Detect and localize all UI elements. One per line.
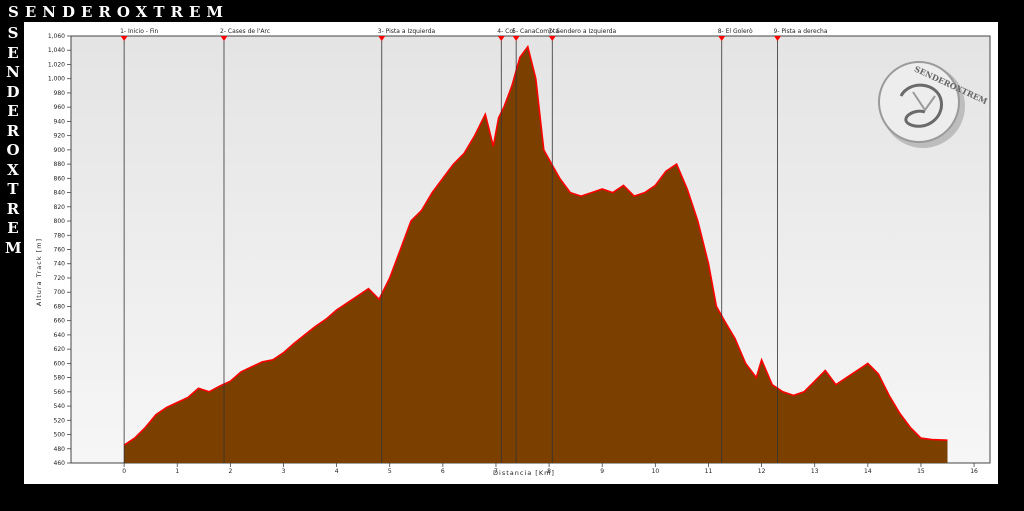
- brand-letter: O: [6, 141, 20, 159]
- elevation-profile-chart: 4604805005205405605806006206406606807007…: [35, 28, 991, 477]
- brand-letter: N: [6, 63, 20, 81]
- y-tick-label: 800: [54, 218, 66, 225]
- brand-letter: D: [6, 82, 20, 101]
- y-tick-label: 620: [54, 346, 66, 353]
- brand-title: SENDEROXTREM: [8, 3, 229, 21]
- waypoint-label: 3- Pista a Izquierda: [378, 28, 436, 35]
- brand-letter: E: [7, 43, 19, 62]
- y-tick-label: 1,020: [48, 61, 65, 68]
- y-tick-label: 1,040: [48, 47, 65, 54]
- x-tick-label: 0: [122, 468, 126, 475]
- brand-letter: E: [7, 102, 19, 120]
- y-tick-label: 480: [54, 446, 66, 453]
- brand-title-vertical: SENDEROXTREM: [5, 24, 22, 258]
- x-tick-label: 6: [441, 468, 445, 475]
- y-tick-label: 940: [54, 118, 66, 125]
- x-tick-label: 11: [705, 468, 713, 475]
- y-tick-label: 700: [54, 289, 66, 296]
- y-tick-label: 960: [54, 104, 66, 111]
- x-tick-label: 4: [335, 468, 339, 475]
- x-tick-label: 10: [652, 468, 660, 475]
- y-tick-label: 720: [54, 275, 66, 282]
- y-tick-label: 980: [54, 90, 66, 97]
- brand-letter: T: [7, 180, 19, 198]
- y-tick-label: 900: [54, 147, 66, 154]
- x-tick-label: 2: [228, 468, 232, 475]
- brand-letter: R: [6, 121, 20, 140]
- waypoint-label: 2- Cases de l'Arc: [220, 28, 270, 35]
- waypoint-label: 9- Pista a derecha: [774, 28, 828, 35]
- x-tick-label: 5: [388, 468, 392, 475]
- y-tick-label: 860: [54, 175, 66, 182]
- y-tick-label: 1,060: [48, 33, 65, 40]
- y-tick-label: 560: [54, 389, 66, 396]
- y-tick-label: 600: [54, 360, 66, 367]
- y-tick-label: 460: [54, 460, 66, 467]
- x-tick-label: 15: [917, 468, 925, 475]
- x-axis-label: Distancia [Km]: [493, 469, 555, 477]
- brand-letter: M: [5, 238, 22, 257]
- chart-panel: 460 480 500 520 540 560 580 600 620 640 660 680 700 7…: [24, 22, 998, 484]
- y-tick-label: 760: [54, 247, 66, 254]
- y-tick-label: 520: [54, 417, 66, 424]
- x-tick-label: 14: [864, 468, 872, 475]
- y-tick-label: 880: [54, 161, 66, 168]
- y-tick-label: 660: [54, 318, 66, 325]
- y-axis-label: Altura Track [m]: [35, 238, 43, 306]
- y-tick-label: 740: [54, 261, 66, 268]
- y-tick-label: 680: [54, 303, 66, 310]
- brand-letter: E: [7, 219, 19, 237]
- y-tick-label: 920: [54, 133, 66, 140]
- waypoint-label: 8- El Golerò: [718, 28, 753, 35]
- y-tick-label: 640: [54, 332, 66, 339]
- y-tick-label: 540: [54, 403, 66, 410]
- x-tick-label: 13: [811, 468, 819, 475]
- y-tick-label: 780: [54, 232, 66, 239]
- waypoint-label: 1- Inicio - Fin: [120, 28, 158, 35]
- x-tick-label: 12: [758, 468, 766, 475]
- y-tick-label: 500: [54, 432, 66, 439]
- brand-letter: S: [7, 24, 19, 42]
- waypoint-label: 7- Sendero a Izquierda: [548, 28, 616, 35]
- brand-letter: X: [7, 160, 19, 179]
- y-tick-label: 840: [54, 190, 66, 197]
- y-tick-label: 820: [54, 204, 66, 211]
- x-tick-label: 3: [282, 468, 286, 475]
- y-tick-label: 580: [54, 375, 66, 382]
- x-tick-label: 9: [600, 468, 604, 475]
- x-tick-label: 16: [970, 468, 978, 475]
- y-tick-label: 1,000: [48, 76, 65, 83]
- brand-letter: R: [6, 199, 20, 218]
- x-tick-label: 1: [175, 468, 179, 475]
